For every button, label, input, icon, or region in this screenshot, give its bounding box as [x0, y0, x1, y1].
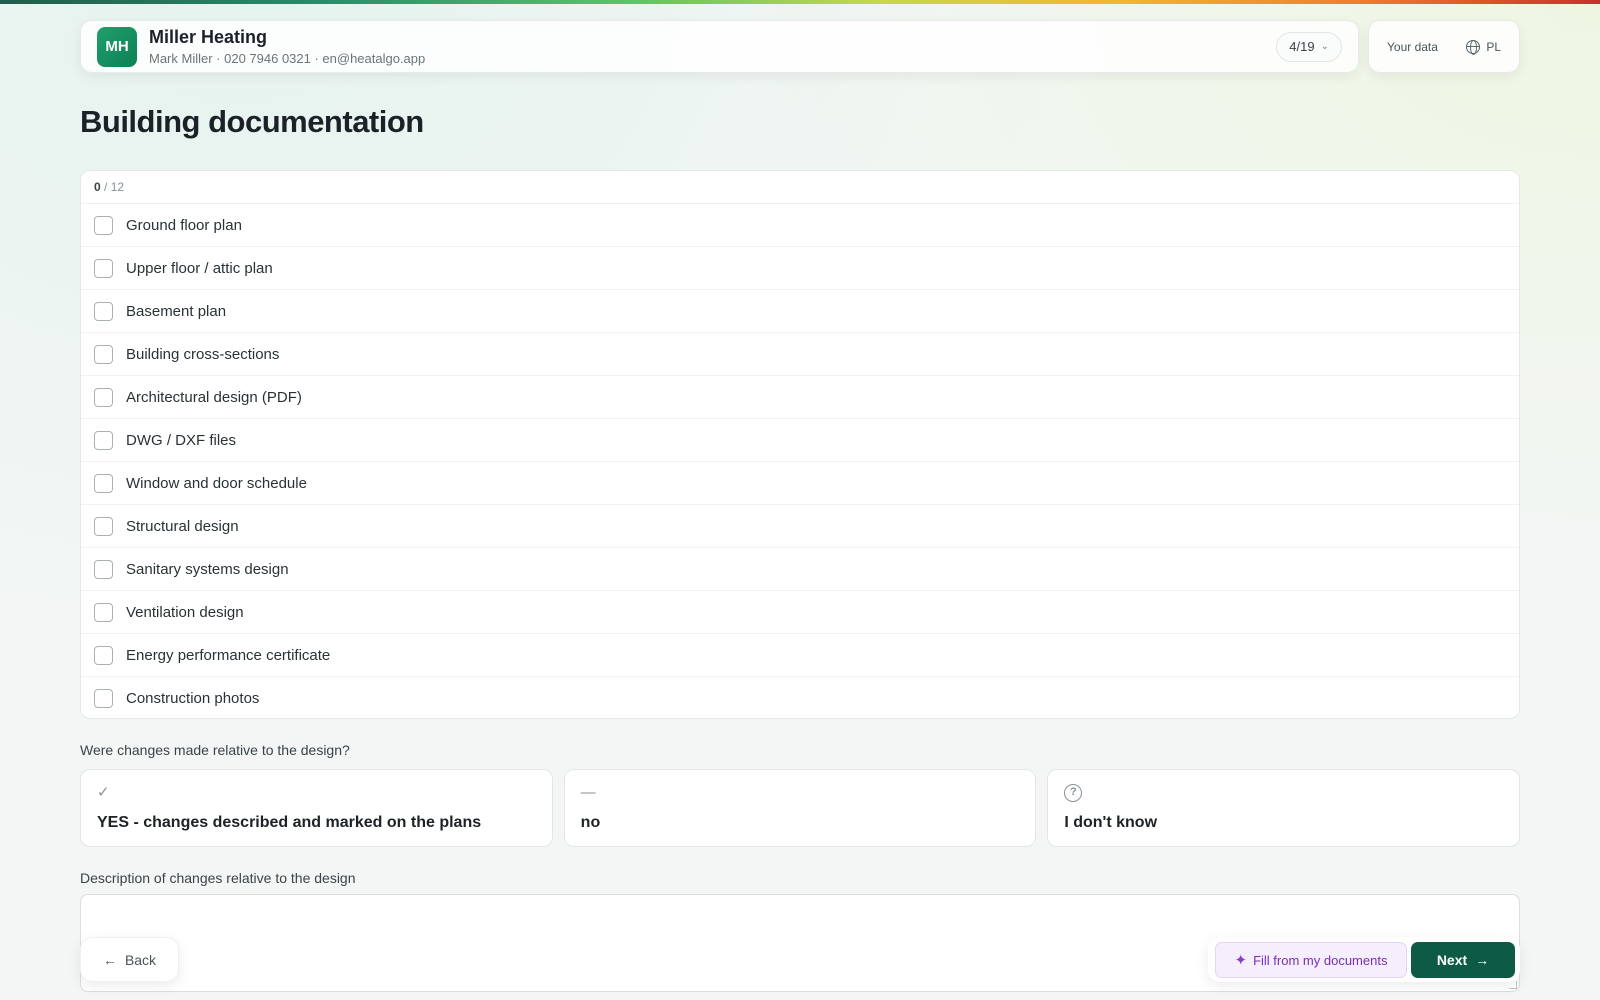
- checkbox[interactable]: [94, 516, 113, 536]
- checked-count: 0: [94, 180, 101, 194]
- checkbox[interactable]: [94, 387, 113, 407]
- checklist-counter: 0 / 12: [81, 171, 1519, 204]
- arrow-left-icon: ←: [102, 951, 117, 968]
- option-no[interactable]: — no: [563, 769, 1037, 847]
- your-data-link[interactable]: Your data: [1387, 40, 1438, 54]
- changes-question: Were changes made relative to the design…: [80, 742, 350, 758]
- description-label: Description of changes relative to the d…: [80, 870, 356, 886]
- checklist-item[interactable]: Architectural design (PDF): [81, 376, 1519, 419]
- checklist-item[interactable]: Structural design: [81, 505, 1519, 548]
- language-switcher[interactable]: PL: [1466, 39, 1501, 55]
- checklist-item-label: Structural design: [126, 517, 239, 535]
- chevron-down-icon: ⌄: [1320, 41, 1329, 52]
- option-dont-know[interactable]: ? I don't know: [1047, 769, 1521, 847]
- checkbox[interactable]: [94, 344, 113, 364]
- option-label: YES - changes described and marked on th…: [97, 814, 482, 831]
- fill-button-label: Fill from my documents: [1253, 952, 1388, 968]
- checklist-item-label: DWG / DXF files: [126, 431, 237, 449]
- checklist-item-label: Ventilation design: [126, 603, 244, 621]
- company-contact: Mark Miller · 020 7946 0321 · en@heatalg…: [149, 51, 426, 66]
- arrow-right-icon: →: [1475, 952, 1490, 968]
- checklist-item[interactable]: Energy performance certificate: [81, 634, 1519, 677]
- checklist-item[interactable]: Sanitary systems design: [81, 548, 1519, 591]
- checklist-item-label: Window and door schedule: [126, 474, 307, 492]
- page-title: Building documentation: [80, 104, 424, 139]
- checklist-item-label: Construction photos: [126, 690, 260, 707]
- checklist-item[interactable]: Ventilation design: [81, 591, 1519, 634]
- option-yes[interactable]: ✓ YES - changes described and marked on …: [80, 769, 553, 847]
- step-indicator: 4/19: [1289, 39, 1315, 54]
- checkbox[interactable]: [94, 430, 113, 450]
- next-button-label: Next: [1436, 952, 1468, 968]
- option-label: no: [580, 814, 601, 831]
- checkbox[interactable]: [94, 602, 113, 622]
- checklist-item[interactable]: Construction photos: [81, 677, 1519, 718]
- checklist-item[interactable]: Ground floor plan: [81, 204, 1519, 247]
- company-info: Miller Heating Mark Miller · 020 7946 03…: [149, 27, 425, 66]
- changes-options: ✓ YES - changes described and marked on …: [80, 769, 1521, 847]
- checklist-item[interactable]: Basement plan: [81, 290, 1519, 333]
- checkbox[interactable]: [94, 215, 113, 235]
- company-name: Miller Heating: [149, 27, 268, 47]
- checklist-item-label: Ground floor plan: [126, 216, 242, 234]
- dash-icon: —: [580, 784, 596, 801]
- sparkles-icon: ✦: [1234, 952, 1248, 969]
- checkbox[interactable]: [94, 301, 113, 321]
- checklist-item[interactable]: Building cross-sections: [81, 333, 1519, 376]
- rainbow-progress-bar: [0, 0, 1600, 4]
- checklist-item-label: Sanitary systems design: [126, 560, 289, 578]
- documents-checklist: 0 / 12 Ground floor plan Upper floor / a…: [80, 170, 1520, 719]
- question-circle-icon: ?: [1064, 784, 1083, 802]
- checkbox[interactable]: [94, 258, 113, 278]
- resize-handle-icon[interactable]: [1509, 981, 1517, 989]
- option-label: I don't know: [1064, 814, 1158, 831]
- total-count: / 12: [104, 180, 125, 194]
- fill-from-documents-button[interactable]: ✦ Fill from my documents: [1215, 942, 1407, 978]
- checklist-item-label: Basement plan: [126, 302, 227, 320]
- checklist-item-label: Upper floor / attic plan: [126, 259, 273, 277]
- checkbox[interactable]: [94, 689, 113, 708]
- back-button-label: Back: [124, 951, 157, 968]
- checklist-item[interactable]: DWG / DXF files: [81, 419, 1519, 462]
- next-button[interactable]: Next →: [1411, 942, 1515, 978]
- checklist-item-label: Architectural design (PDF): [126, 388, 302, 406]
- checklist-item-label: Energy performance certificate: [126, 646, 331, 664]
- check-icon: ✓: [97, 784, 110, 801]
- checkbox[interactable]: [94, 559, 113, 579]
- globe-icon: [1466, 39, 1481, 55]
- checklist-item[interactable]: Window and door schedule: [81, 462, 1519, 505]
- language-code: PL: [1486, 39, 1501, 54]
- checklist-item[interactable]: Upper floor / attic plan: [81, 247, 1519, 290]
- step-selector[interactable]: 4/19 ⌄: [1276, 31, 1342, 62]
- checkbox[interactable]: [94, 645, 113, 665]
- checklist-item-label: Building cross-sections: [126, 345, 280, 363]
- back-button[interactable]: ← Back: [80, 937, 179, 982]
- account-card: Your data PL: [1368, 20, 1520, 73]
- checkbox[interactable]: [94, 473, 113, 493]
- company-avatar: MH: [97, 26, 137, 67]
- header-card: MH Miller Heating Mark Miller · 020 7946…: [80, 20, 1359, 73]
